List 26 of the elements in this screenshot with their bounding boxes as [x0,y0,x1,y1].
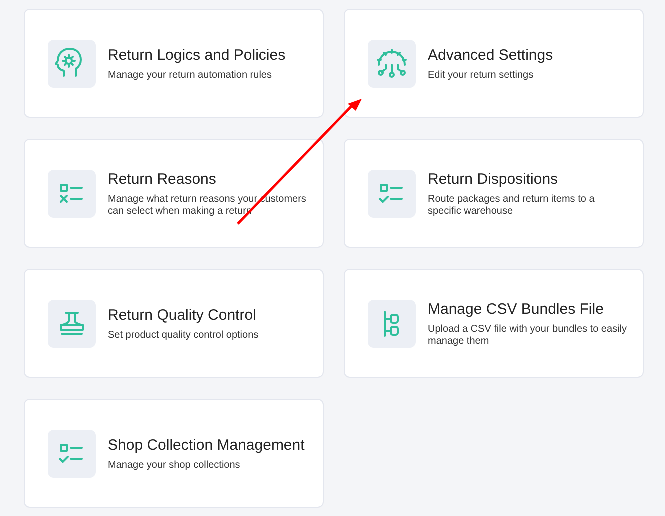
checklist-icon [48,170,96,218]
stamp-icon [48,300,96,348]
settings-card[interactable]: Return Dispositions Route packages and return items to a specific warehouse [344,139,644,248]
card-title: Shop Collection Management [108,437,305,455]
checklist-icon [368,170,416,218]
card-title: Return Quality Control [108,307,258,325]
gear-circuit-icon [368,40,416,88]
card-title: Manage CSV Bundles File [428,301,605,319]
settings-card[interactable]: Manage CSV Bundles File Upload a CSV file with your bundles to easily manage them [344,269,644,378]
card-description: Manage your return automation rules [108,70,273,82]
card-title: Return Reasons [108,171,218,189]
card-description: Upload a CSV file with your bundles to easily manage them [428,324,627,348]
card-title: Return Dispositions [428,171,560,189]
settings-card[interactable]: Return Logics and Policies Manage your return automation rules [24,9,324,118]
settings-card[interactable]: Shop Collection Management Manage your shop collections [24,399,324,508]
checklist-icon [48,430,96,478]
card-description: Manage your shop collections [108,460,242,472]
head-gear-icon [48,40,96,88]
card-description: Route packages and return items to a specific warehouse [428,194,596,218]
settings-card[interactable]: Advanced Settings Edit your return settings [344,9,644,118]
card-description: Edit your return settings [428,70,535,82]
card-description: Set product quality control options [108,330,259,342]
hierarchy-icon [368,300,416,348]
card-title: Advanced Settings [428,47,554,65]
card-title: Return Logics and Policies [108,47,286,65]
settings-card[interactable]: Return Quality Control Set product quality control options [24,269,324,378]
